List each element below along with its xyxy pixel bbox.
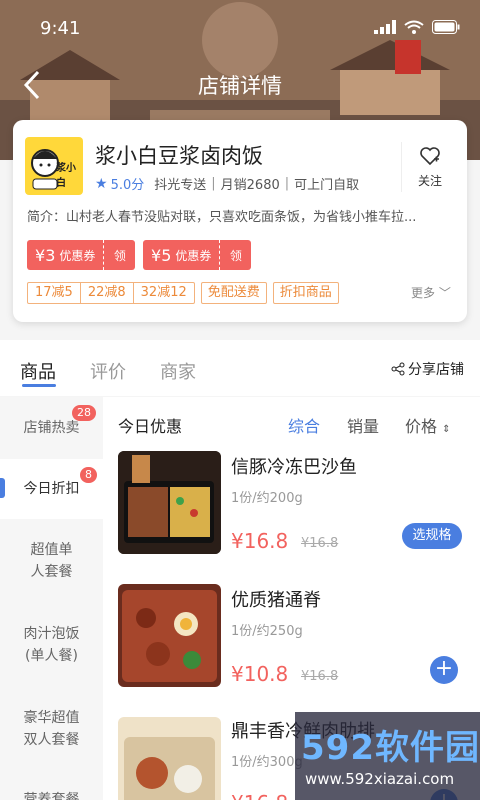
coupon-label: 优惠券 <box>175 248 212 263</box>
shop-intro: 简介：山村老人春节没贴对联，只喜欢吃面条饭，为省钱小推车拉... <box>27 210 417 225</box>
status-time: 9:41 <box>40 18 81 39</box>
product-image[interactable] <box>118 717 221 800</box>
free-delivery-tag: 免配送费 <box>200 282 267 304</box>
product-spec: 1份/约250g <box>231 624 303 639</box>
product-name: 信豚冷冻巴沙鱼 <box>231 457 357 478</box>
share-icon <box>391 362 405 376</box>
favorite-button[interactable]: 关注 <box>401 142 457 192</box>
watermark-brand: 592软件园 <box>301 728 480 768</box>
tab-reviews[interactable]: 评价 <box>90 358 126 384</box>
page-title: 店铺详情 <box>198 74 282 98</box>
sort-arrows-icon: ⇕ <box>442 424 451 435</box>
tab-goods[interactable]: 商品 <box>20 358 56 384</box>
sidebar-item-nutrition-set[interactable]: 营养套餐 <box>0 789 103 800</box>
meta-divider: | <box>284 176 290 191</box>
tab-merchant[interactable]: 商家 <box>160 358 196 384</box>
wifi-icon <box>404 20 424 34</box>
sort-comprehensive[interactable]: 综合 <box>288 413 320 437</box>
coupon-5[interactable]: ¥5 优惠券 领 <box>143 240 252 270</box>
delivery-type: 抖光专送 <box>154 178 207 193</box>
heart-plus-icon <box>420 147 440 166</box>
chevron-down-icon: ﹀ <box>438 286 451 300</box>
product-price: ¥10.8 <box>231 662 289 686</box>
sort-sales[interactable]: 销量 <box>347 413 379 437</box>
share-shop-button[interactable]: 分享店铺 <box>391 359 464 379</box>
product-spec: 1份/约300g <box>231 755 303 770</box>
pickup-option: 可上门自取 <box>294 178 360 193</box>
monthly-sales: 月销2680 <box>220 178 280 193</box>
fish-meal-image <box>118 451 221 554</box>
promo-tags: 17减5 22减8 32减12 免配送费 折扣商品 <box>27 282 339 304</box>
original-price: ¥16.8 <box>301 669 339 684</box>
status-bar: 9:41 <box>0 0 480 60</box>
claim-coupon-button[interactable]: 领 <box>103 240 136 270</box>
favorite-label: 关注 <box>417 174 442 188</box>
section-title: 今日优惠 <box>118 417 183 436</box>
sidebar-item-gravy-rice[interactable]: 肉汁泡饭(单人餐) <box>0 623 103 667</box>
product-image[interactable] <box>118 584 221 687</box>
site-watermark: 592软件园 www.592xiazai.com <box>295 712 480 800</box>
original-price: ¥16.8 <box>301 536 339 551</box>
watermark-url: www.592xiazai.com <box>305 770 455 788</box>
signal-icon <box>374 20 396 34</box>
shop-meta: ★ 5.0分 抖光专送 | 月销2680 | 可上门自取 <box>95 174 360 194</box>
star-icon: ★ <box>95 175 108 192</box>
pork-meal-image <box>118 584 221 687</box>
shop-name: 浆小白豆浆卤肉饭 <box>95 144 263 168</box>
product-price: ¥16.8 <box>231 529 289 553</box>
ribs-meal-image <box>118 717 221 800</box>
product-image[interactable] <box>118 451 221 554</box>
coupon-label: 优惠券 <box>59 248 96 263</box>
sidebar-item-single-set[interactable]: 超值单人套餐 <box>0 539 103 583</box>
coupon-amount: ¥3 <box>35 245 56 265</box>
discount-goods-tag: 折扣商品 <box>272 282 339 304</box>
meta-divider: | <box>211 176 216 191</box>
sidebar-item-double-set[interactable]: 豪华超值双人套餐 <box>0 707 103 751</box>
shop-tabs: 商品 评价 商家 分享店铺 <box>0 340 480 396</box>
count-badge: 8 <box>80 467 97 483</box>
sort-price[interactable]: 价格 ⇕ <box>405 413 451 437</box>
product-spec: 1份/约200g <box>231 491 303 506</box>
claim-coupon-button[interactable]: 领 <box>219 240 252 270</box>
more-promos-link[interactable]: 更多 ﹀ <box>411 284 451 301</box>
select-spec-button[interactable]: 选规格 <box>402 523 462 549</box>
coupon-amount: ¥5 <box>151 245 172 265</box>
tab-indicator <box>22 384 56 387</box>
full-reduction-tag: 17减5 22减8 32减12 <box>27 282 195 304</box>
logo-text: 浆小白 <box>56 163 76 189</box>
coupon-3[interactable]: ¥3 优惠券 领 <box>27 240 136 270</box>
shop-rating: 5.0分 <box>110 178 145 193</box>
battery-icon <box>432 20 460 34</box>
add-to-cart-button[interactable]: + <box>430 656 458 684</box>
category-sidebar: 店铺热卖 28 今日折扣 8 超值单人套餐 肉汁泡饭(单人餐) 豪华超值双人套餐… <box>0 397 103 800</box>
shop-info-card: 浆小白 浆小白豆浆卤肉饭 ★ 5.0分 抖光专送 | 月销2680 | 可上门自… <box>13 120 467 322</box>
shop-logo: 浆小白 <box>25 137 83 195</box>
product-price: ¥16.8 <box>231 791 288 800</box>
count-badge: 28 <box>72 405 96 421</box>
product-name: 优质猪通脊 <box>231 590 321 611</box>
active-indicator <box>0 478 5 498</box>
